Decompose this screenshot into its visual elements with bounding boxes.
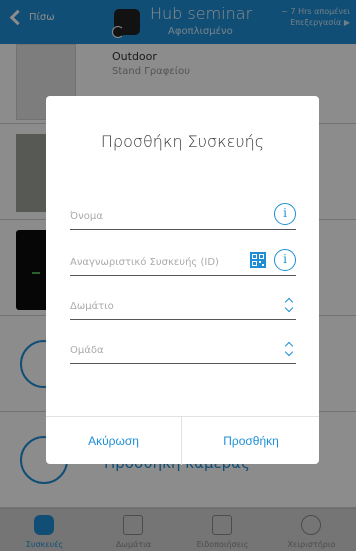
name-placeholder: Όνομα [70, 211, 103, 222]
info-icon[interactable]: i [274, 249, 296, 271]
chevron-updown-icon [284, 342, 294, 356]
dialog-footer: Ακύρωση Προσθήκη [46, 416, 319, 465]
device-id-field[interactable]: Αναγνωριστικό Συσκευής (ID) i [70, 246, 296, 276]
room-placeholder: Δωμάτιο [70, 301, 114, 312]
chevron-updown-icon [284, 298, 294, 312]
qr-code-icon[interactable] [250, 252, 266, 268]
group-select[interactable]: Ομάδα [70, 334, 296, 364]
info-icon[interactable]: i [274, 203, 296, 225]
dialog-title: Προσθήκη Συσκευής [100, 132, 265, 151]
cancel-button[interactable]: Ακύρωση [46, 417, 182, 465]
add-button[interactable]: Προσθήκη [183, 417, 319, 465]
device-id-placeholder: Αναγνωριστικό Συσκευής (ID) [70, 257, 219, 268]
name-field[interactable]: Όνομα i [70, 200, 296, 230]
group-placeholder: Ομάδα [70, 345, 104, 356]
add-device-dialog: Προσθήκη Συσκευής Όνομα i Αναγνωριστικό … [46, 96, 319, 465]
room-select[interactable]: Δωμάτιο [70, 290, 296, 320]
